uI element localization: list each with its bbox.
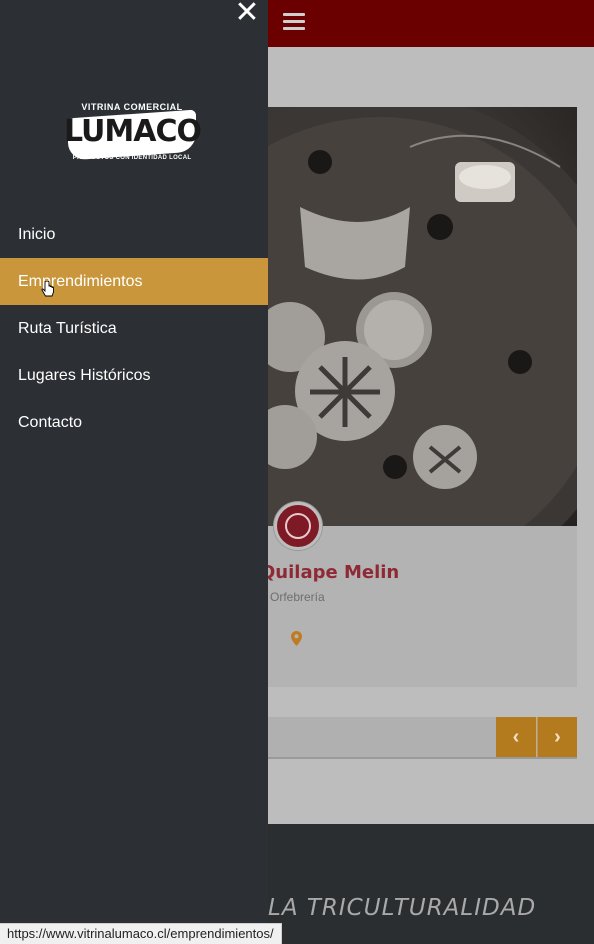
- chevron-left-icon[interactable]: ‹: [496, 717, 536, 757]
- logo-sub-text: PRODUCTOS CON IDENTIDAD LOCAL: [72, 155, 192, 161]
- chevron-right-icon[interactable]: ›: [537, 717, 577, 757]
- brand-badge: [274, 502, 322, 550]
- logo-main-text: LUMACO: [64, 114, 202, 149]
- hamburger-icon[interactable]: [283, 13, 305, 31]
- map-pin-icon[interactable]: [291, 631, 302, 646]
- card-category: Orfebrería: [270, 590, 325, 604]
- menu-item-inicio[interactable]: Inicio: [0, 211, 268, 258]
- status-bar-url: https://www.vitrinalumaco.cl/emprendimie…: [0, 923, 282, 944]
- hand-cursor-icon: [41, 281, 54, 297]
- card-title[interactable]: Quilape Melin: [260, 562, 399, 583]
- menu-item-contacto[interactable]: Contacto: [0, 399, 268, 446]
- close-icon[interactable]: ✕: [232, 0, 262, 28]
- footer-motto: LA TRICULTURALIDAD: [268, 895, 537, 921]
- site-logo[interactable]: VITRINA COMERCIAL LUMACO PRODUCTOS CON I…: [64, 100, 202, 176]
- menu-item-ruta-turistica[interactable]: Ruta Turística: [0, 305, 268, 352]
- menu-item-lugares-historicos[interactable]: Lugares Históricos: [0, 352, 268, 399]
- drawer-menu: Inicio Emprendimientos Ruta Turística Lu…: [0, 211, 268, 446]
- side-drawer: ✕ VITRINA COMERCIAL LUMACO PRODUCTOS CON…: [0, 0, 268, 944]
